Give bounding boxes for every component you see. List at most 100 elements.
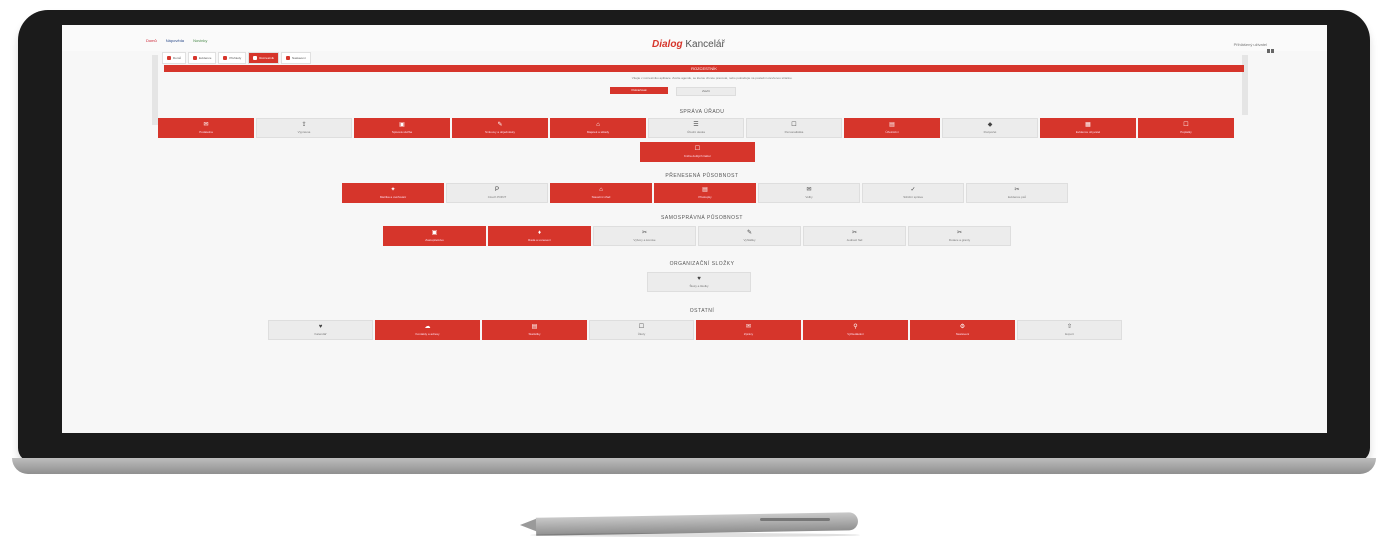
tile-button[interactable]: ☐ Úkoly xyxy=(589,320,694,340)
tile-button[interactable]: ▤ Přestupky xyxy=(654,183,756,203)
app-brand: Dialog xyxy=(652,39,683,50)
app-title: Dialog Kancelář xyxy=(652,39,725,50)
tab-bar: Domů Evidence Přehledy Rozcestník Nastavení xyxy=(162,52,311,64)
tile-label: Úkoly xyxy=(637,332,646,336)
tile-label: Silniční správa xyxy=(903,195,923,199)
tile-button[interactable]: ✓ Silniční správa xyxy=(862,183,964,203)
tile-row: ✦ Matrika a ověřování P Czech POINT ⌂ Stavebn… xyxy=(342,183,1068,203)
tile-label: Kontakty a adresy xyxy=(415,332,440,336)
tile-button[interactable]: ✎ Smlouvy a objednávky xyxy=(452,118,548,138)
tile-icon: ✉ xyxy=(806,187,812,193)
tile-label: Evidence psů xyxy=(1007,195,1026,199)
tile-icon: ⌂ xyxy=(599,187,603,193)
tab-icon xyxy=(223,56,228,60)
tile-button[interactable]: ✎ Vyhlášky xyxy=(698,226,801,246)
tile-button[interactable]: ✂ Dotace a granty xyxy=(908,226,1011,246)
tile-label: Úřední deska xyxy=(687,130,705,134)
tile-button[interactable]: ☰ Úřední deska xyxy=(648,118,744,138)
tile-icon: ⇪ xyxy=(301,122,307,128)
left-sidebar-strip[interactable] xyxy=(152,55,158,125)
tile-button[interactable]: ☐ Poplatky xyxy=(1138,118,1234,138)
tile-button[interactable]: ✂ Jednací řád xyxy=(803,226,906,246)
close-button[interactable]: Zavřít xyxy=(676,87,736,96)
tile-icon: ⚙ xyxy=(959,324,966,330)
tile-button[interactable]: ☐ Kniha došlých faktur xyxy=(640,142,755,162)
tile-icon: ✉ xyxy=(203,122,209,128)
tile-icon: P xyxy=(494,187,499,193)
tile-button[interactable]: ⚲ Vyhledávání xyxy=(803,320,908,340)
tile-icon: ✦ xyxy=(390,187,396,193)
tile-button[interactable]: ✉ Zprávy xyxy=(696,320,801,340)
tab-icon xyxy=(193,56,198,60)
tile-button[interactable]: ⇧ Export xyxy=(1017,320,1122,340)
tile-icon: ☐ xyxy=(791,122,797,128)
tile-icon: ✂ xyxy=(956,230,963,236)
tile-row: ♥ Kalendář ☁ Kontakty a adresy ▤ Statistiky ☐ Ú… xyxy=(268,320,1122,340)
tile-button[interactable]: ♥ Kalendář xyxy=(268,320,373,340)
tile-button[interactable]: ☐ Personalistika xyxy=(746,118,842,138)
user-name[interactable]: Přihlášený uživatel xyxy=(1234,42,1267,47)
top-link-home[interactable]: Domů xyxy=(146,38,157,43)
tile-button[interactable]: ☁ Kontakty a adresy xyxy=(375,320,480,340)
tile-icon: ⌂ xyxy=(596,122,600,128)
group-title: OSTATNÍ xyxy=(689,308,715,314)
user-menu-icon[interactable] xyxy=(1267,40,1277,53)
tile-label: Rada a usnesení xyxy=(528,238,551,242)
app-title-text: Kancelář xyxy=(685,39,725,50)
tab-0[interactable]: Domů xyxy=(162,52,187,64)
continue-button[interactable]: Pokračovat xyxy=(610,87,668,94)
tile-button[interactable]: ✂ Evidence psů xyxy=(966,183,1068,203)
tile-button[interactable]: ▦ Evidence obyvatel xyxy=(1040,118,1136,138)
right-sidebar-strip[interactable] xyxy=(1242,55,1248,115)
tile-button[interactable]: ♥ Školy a školky xyxy=(647,272,751,292)
tile-button[interactable]: ⇪ Výpravna xyxy=(256,118,352,138)
tile-icon: ✎ xyxy=(746,230,753,236)
section-header: ROZCESTNÍK xyxy=(164,65,1244,72)
tile-button[interactable]: ✉ Podatelna xyxy=(158,118,254,138)
tile-row: ☐ Kniha došlých faktur xyxy=(640,142,755,162)
tile-label: Přestupky xyxy=(698,195,712,199)
tile-icon: ☰ xyxy=(693,122,699,128)
group-title: SPRÁVA ÚŘADU xyxy=(679,109,725,115)
tile-label: Majetek a sklady xyxy=(586,130,610,134)
group-title: PŘENESENÁ PŮSOBNOST xyxy=(665,173,739,179)
tile-label: Evidence obyvatel xyxy=(1075,130,1101,134)
tile-row: ✉ Podatelna ⇪ Výpravna ▣ Spisová služba ✎ Smlou… xyxy=(158,118,1234,138)
top-link-news[interactable]: Novinky xyxy=(193,38,207,43)
tile-icon: ♦ xyxy=(537,230,542,236)
tablet-device-edge xyxy=(12,458,1376,474)
tile-button[interactable]: ✦ Matrika a ověřování xyxy=(342,183,444,203)
tile-button[interactable]: ▣ Spisová služba xyxy=(354,118,450,138)
tile-icon: ▤ xyxy=(702,187,708,193)
tile-icon: ✂ xyxy=(641,230,648,236)
tile-icon: ▦ xyxy=(1085,122,1091,128)
tile-button[interactable]: ✂ Výbory a komise xyxy=(593,226,696,246)
tile-icon: ♥ xyxy=(697,276,701,282)
top-link-help[interactable]: Nápověda xyxy=(166,38,184,43)
tile-button[interactable]: ⌂ Stavební úřad xyxy=(550,183,652,203)
tile-icon: ☐ xyxy=(638,324,645,330)
tile-label: Czech POINT xyxy=(487,195,507,199)
tab-4[interactable]: Nastavení xyxy=(281,52,311,64)
tab-3[interactable]: Rozcestník xyxy=(248,52,280,64)
tile-button[interactable]: ✉ Volby xyxy=(758,183,860,203)
tile-button[interactable]: ⌂ Majetek a sklady xyxy=(550,118,646,138)
tile-label: Vyhledávání xyxy=(847,332,864,336)
tile-button[interactable]: P Czech POINT xyxy=(446,183,548,203)
tile-icon: ▤ xyxy=(531,324,538,330)
tile-button[interactable]: ▤ Účetnictví xyxy=(844,118,940,138)
tile-button[interactable]: ◆ Rozpočet xyxy=(942,118,1038,138)
tile-button[interactable]: ♦ Rada a usnesení xyxy=(488,226,591,246)
tile-icon: ☐ xyxy=(1183,122,1189,128)
tile-label: Spisová služba xyxy=(391,130,413,134)
tile-label: Výpravna xyxy=(297,130,311,134)
group-title: ORGANIZAČNÍ SLOŽKY xyxy=(669,261,735,267)
tile-label: Zastupitelstvo xyxy=(425,238,444,242)
tab-1[interactable]: Evidence xyxy=(188,52,217,64)
tile-row: ▣ Zastupitelstvo ♦ Rada a usnesení ✂ Výbory a… xyxy=(383,226,1011,246)
tile-button[interactable]: ⚙ Nastavení xyxy=(910,320,1015,340)
tile-button[interactable]: ▣ Zastupitelstvo xyxy=(383,226,486,246)
tile-button[interactable]: ▤ Statistiky xyxy=(482,320,587,340)
tab-label: Přehledy xyxy=(229,56,242,60)
tab-2[interactable]: Přehledy xyxy=(218,52,247,64)
